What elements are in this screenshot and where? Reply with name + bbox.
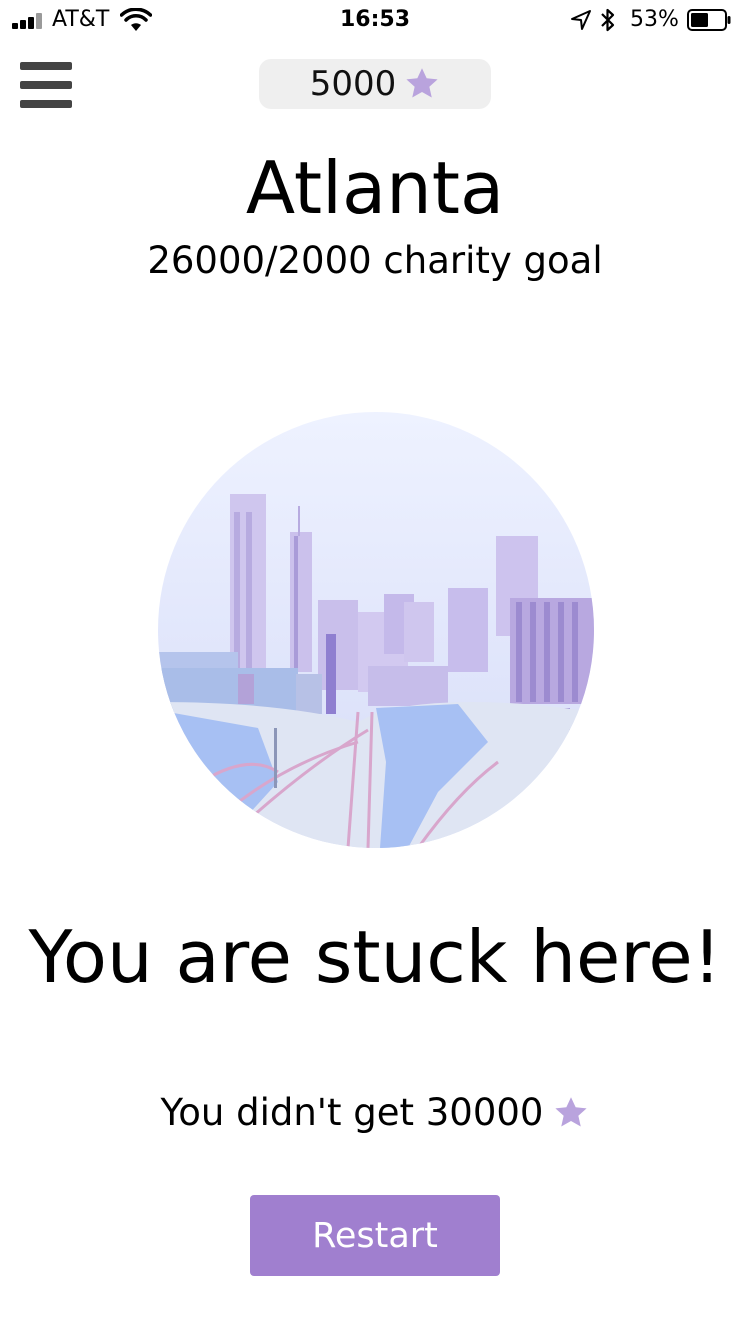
restart-button[interactable]: Restart	[250, 1195, 500, 1276]
status-bar: AT&T 16:53 53%	[0, 0, 750, 40]
hamburger-menu-icon[interactable]	[20, 62, 72, 108]
battery-percent: 53%	[630, 7, 679, 32]
star-icon	[555, 1097, 588, 1127]
missed-goal-text: You didn't get 30000	[160, 1091, 544, 1134]
battery-icon	[687, 9, 731, 31]
missed-goal-row: You didn't get 30000	[0, 1088, 750, 1138]
points-badge: 5000	[259, 59, 491, 109]
location-arrow-icon	[571, 10, 591, 30]
star-icon	[406, 68, 438, 98]
bluetooth-icon	[601, 8, 615, 32]
city-title: Atlanta	[245, 146, 505, 230]
points-value: 5000	[309, 64, 397, 104]
charity-goal-text: 26000/2000 charity goal	[147, 239, 603, 282]
stuck-headline: You are stuck here!	[28, 915, 722, 999]
city-skyline-image	[158, 412, 594, 848]
